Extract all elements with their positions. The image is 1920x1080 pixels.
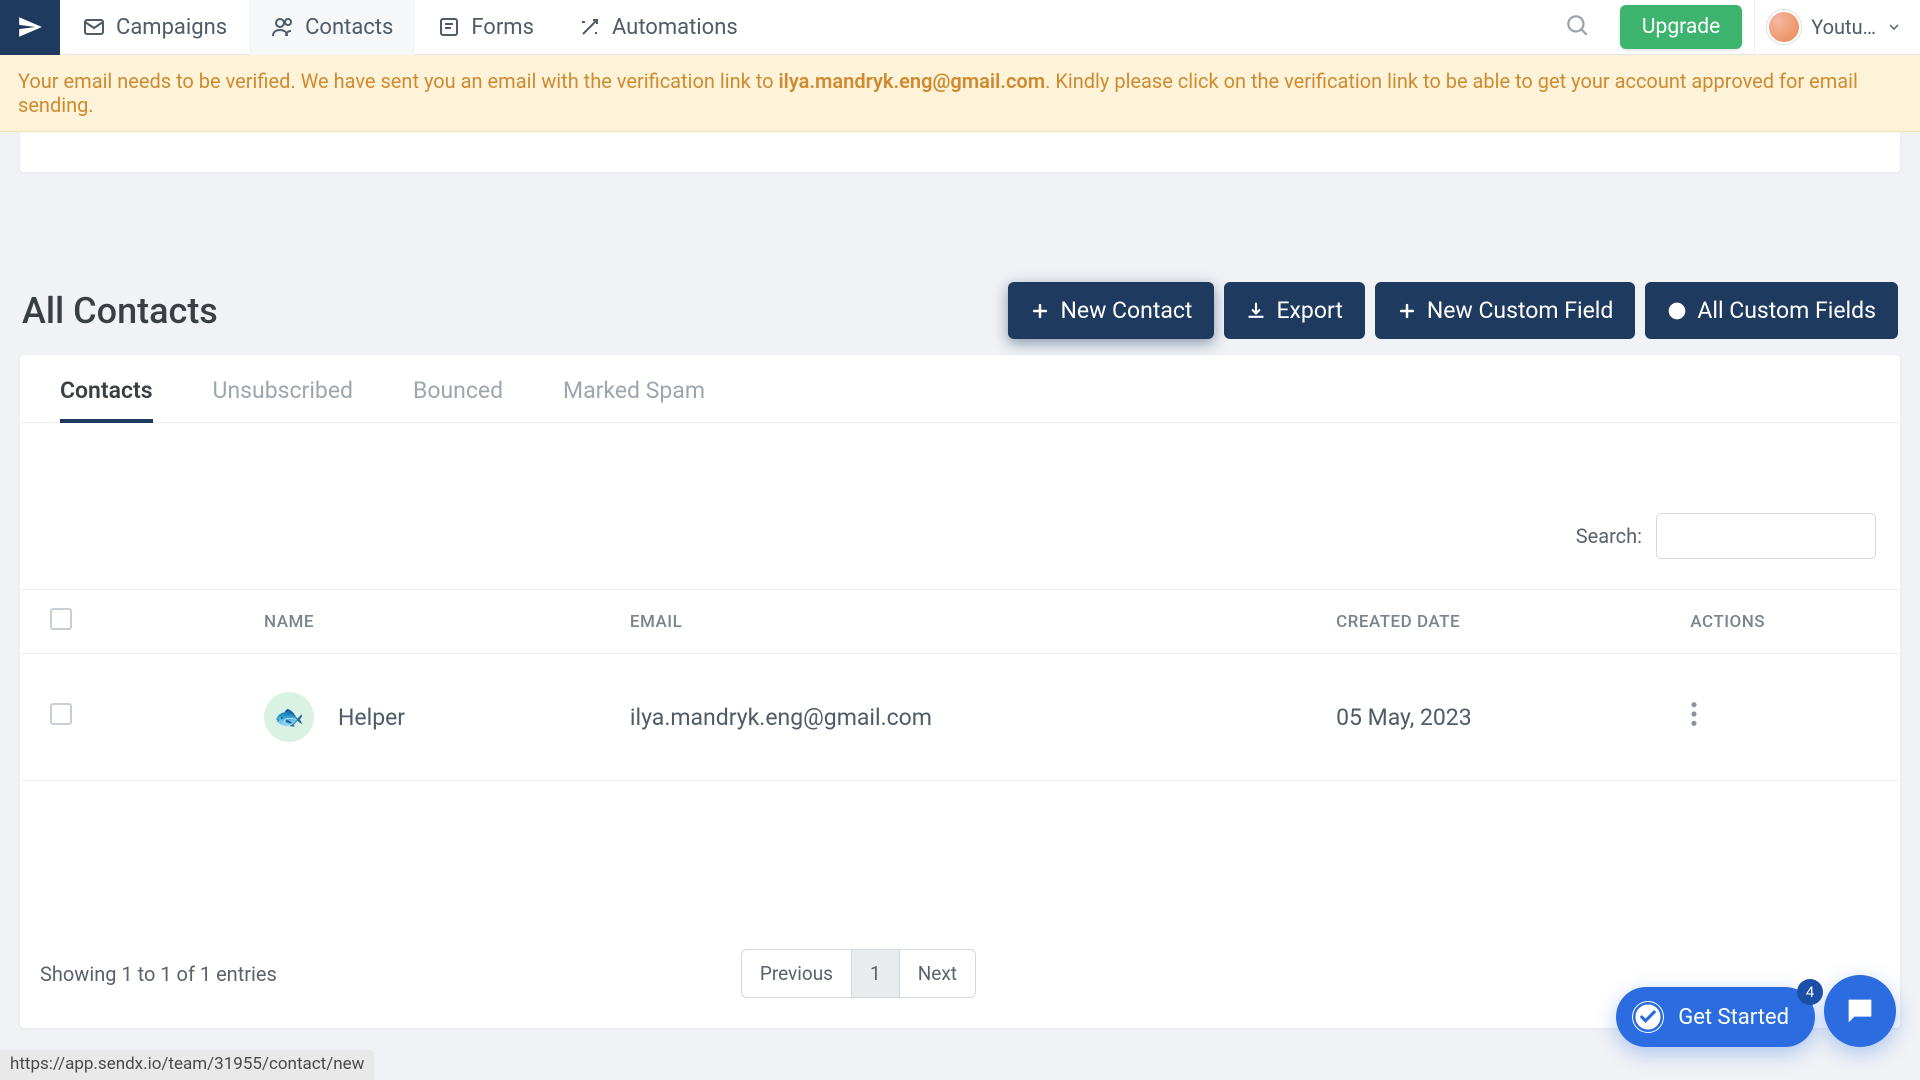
btn-label: New Contact xyxy=(1060,297,1192,324)
btn-label: Export xyxy=(1276,297,1342,324)
pagination: Previous 1 Next xyxy=(741,949,976,998)
th-name[interactable]: NAME xyxy=(248,590,614,654)
page-title: All Contacts xyxy=(22,290,218,332)
notice-prefix: Your email needs to be verified. We have… xyxy=(18,69,778,93)
select-all-checkbox[interactable] xyxy=(50,608,72,630)
table-row[interactable]: 🐟 Helper ilya.mandryk.eng@gmail.com 05 M… xyxy=(20,654,1900,781)
tabs: Contacts Unsubscribed Bounced Marked Spa… xyxy=(20,355,1900,423)
people-icon xyxy=(271,15,295,39)
contact-name: Helper xyxy=(338,704,405,731)
top-nav: Campaigns Contacts Forms Automations Upg… xyxy=(0,0,1920,55)
contacts-table: NAME EMAIL CREATED DATE ACTIONS 🐟 xyxy=(20,589,1900,781)
envelope-icon xyxy=(82,15,106,39)
nav-items: Campaigns Contacts Forms Automations xyxy=(60,0,760,55)
export-button[interactable]: Export xyxy=(1224,282,1364,339)
search-input[interactable] xyxy=(1656,513,1876,559)
contact-created-date: 05 May, 2023 xyxy=(1320,654,1674,781)
paper-plane-icon xyxy=(17,14,43,40)
plus-icon xyxy=(1030,301,1050,321)
notice-email: ilya.mandryk.eng@gmail.com xyxy=(778,69,1045,93)
badge-count: 4 xyxy=(1797,979,1823,1005)
btn-label: New Custom Field xyxy=(1427,297,1613,324)
tab-contacts[interactable]: Contacts xyxy=(60,377,153,422)
prev-button[interactable]: Previous xyxy=(741,949,852,998)
nav-label: Contacts xyxy=(305,15,393,40)
user-menu[interactable]: Youtu… xyxy=(1754,0,1920,55)
new-contact-button[interactable]: New Contact xyxy=(1008,282,1214,339)
showing-text: Showing 1 to 1 of 1 entries xyxy=(40,962,277,986)
btn-label: All Custom Fields xyxy=(1697,297,1876,324)
kebab-icon xyxy=(1690,700,1698,728)
th-created-date[interactable]: CREATED DATE xyxy=(1320,590,1674,654)
contact-email: ilya.mandryk.eng@gmail.com xyxy=(614,654,1320,781)
search-row: Search: xyxy=(20,423,1900,589)
plus-icon xyxy=(1397,301,1417,321)
page-number-button[interactable]: 1 xyxy=(852,949,900,998)
search-icon xyxy=(1564,12,1590,38)
upgrade-button[interactable]: Upgrade xyxy=(1620,5,1742,49)
contacts-card: Contacts Unsubscribed Bounced Marked Spa… xyxy=(20,355,1900,1028)
page-actions: New Contact Export New Custom Field All … xyxy=(1008,282,1898,339)
nav-item-campaigns[interactable]: Campaigns xyxy=(60,0,249,55)
verification-notice: Your email needs to be verified. We have… xyxy=(0,55,1920,132)
chat-icon xyxy=(1843,994,1877,1028)
fish-icon: 🐟 xyxy=(274,703,304,731)
th-email[interactable]: EMAIL xyxy=(614,590,1320,654)
nav-label: Forms xyxy=(471,15,534,40)
user-label: Youtu… xyxy=(1811,15,1876,39)
chat-widget[interactable] xyxy=(1824,975,1896,1047)
tab-marked-spam[interactable]: Marked Spam xyxy=(563,377,705,422)
nav-label: Automations xyxy=(612,15,738,40)
globe-icon xyxy=(1667,301,1687,321)
download-icon xyxy=(1246,301,1266,321)
status-bar-url: https://app.sendx.io/team/31955/contact/… xyxy=(0,1050,374,1080)
top-card-fragment xyxy=(20,132,1900,172)
next-button[interactable]: Next xyxy=(900,949,976,998)
table-footer: Showing 1 to 1 of 1 entries Previous 1 N… xyxy=(20,781,1900,1028)
get-started-label: Get Started xyxy=(1678,1005,1789,1030)
tab-unsubscribed[interactable]: Unsubscribed xyxy=(213,377,353,422)
page-header: All Contacts New Contact Export New Cust… xyxy=(20,282,1900,355)
th-actions: ACTIONS xyxy=(1674,590,1900,654)
nav-item-forms[interactable]: Forms xyxy=(415,0,556,55)
chevron-down-icon xyxy=(1886,19,1902,35)
search-label: Search: xyxy=(1576,524,1642,548)
global-search-button[interactable] xyxy=(1546,12,1608,42)
nav-label: Campaigns xyxy=(116,15,227,40)
get-started-widget[interactable]: Get Started 4 xyxy=(1616,987,1815,1047)
new-custom-field-button[interactable]: New Custom Field xyxy=(1375,282,1635,339)
contact-avatar: 🐟 xyxy=(264,692,314,742)
nav-item-automations[interactable]: Automations xyxy=(556,0,760,55)
logo[interactable] xyxy=(0,0,60,55)
table-header-row: NAME EMAIL CREATED DATE ACTIONS xyxy=(20,590,1900,654)
wand-icon xyxy=(578,15,602,39)
nav-item-contacts[interactable]: Contacts xyxy=(249,0,415,55)
check-circle-icon xyxy=(1632,1001,1664,1033)
row-checkbox[interactable] xyxy=(50,703,72,725)
avatar xyxy=(1767,10,1801,44)
all-custom-fields-button[interactable]: All Custom Fields xyxy=(1645,282,1898,339)
form-icon xyxy=(437,15,461,39)
tab-bounced[interactable]: Bounced xyxy=(413,377,503,422)
name-cell: 🐟 Helper xyxy=(264,692,598,742)
row-actions-button[interactable] xyxy=(1690,700,1698,728)
